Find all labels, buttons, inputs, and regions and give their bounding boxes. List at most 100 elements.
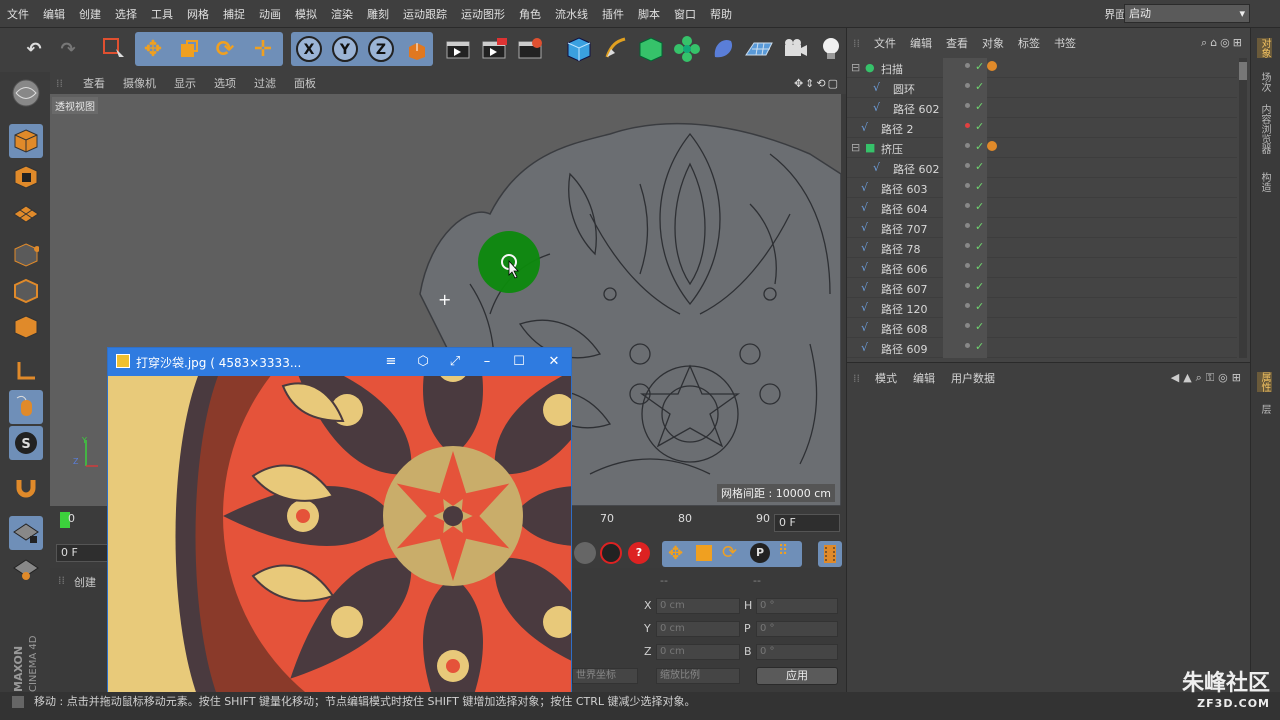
tab-objects[interactable]: 对象 <box>1257 38 1272 58</box>
menu-window[interactable]: 窗口 <box>667 6 703 22</box>
enabled-check-icon[interactable]: ✓ <box>975 220 984 233</box>
tab-takes[interactable]: 场次 <box>1257 72 1272 92</box>
collapse-icon[interactable]: ⊟ <box>851 141 860 154</box>
undo-icon[interactable]: ↶ <box>18 33 50 65</box>
move-icon[interactable]: ✥ <box>137 33 169 65</box>
polygons-mode-icon[interactable] <box>9 310 43 344</box>
enabled-check-icon[interactable]: ✓ <box>975 120 984 133</box>
object-row[interactable]: √ 路径 120 ✓ <box>847 298 1237 318</box>
vp-menu-filter[interactable]: 过滤 <box>245 75 285 91</box>
world-coord-select[interactable]: 世界坐标 <box>572 668 638 684</box>
menu-mesh[interactable]: 网格 <box>180 6 216 22</box>
light-icon[interactable] <box>815 33 847 65</box>
enabled-check-icon[interactable]: ✓ <box>975 60 984 73</box>
object-row[interactable]: √ 路径 2 ✓ <box>847 118 1237 138</box>
minimize-icon[interactable]: – <box>477 353 497 371</box>
position-x-field[interactable]: 0 cm <box>656 598 740 614</box>
object-row[interactable]: √ 路径 602 ✓ <box>847 158 1237 178</box>
am-menu-edit[interactable]: 编辑 <box>905 370 943 386</box>
visibility-dot[interactable] <box>965 223 970 228</box>
object-row[interactable]: √ 圆环 ✓ <box>847 78 1237 98</box>
scale-mode-select[interactable]: 缩放比例 <box>656 668 740 684</box>
menu-script[interactable]: 脚本 <box>631 6 667 22</box>
render-view-icon[interactable] <box>443 33 475 65</box>
live-select-icon[interactable] <box>98 33 130 65</box>
vp-menu-view[interactable]: 查看 <box>74 75 114 91</box>
visibility-dot[interactable] <box>965 283 970 288</box>
end-frame-field[interactable]: 0 F <box>774 514 840 532</box>
enabled-check-icon[interactable]: ✓ <box>975 240 984 253</box>
mograph-cloner-icon[interactable] <box>671 33 703 65</box>
scrollbar-thumb[interactable] <box>1239 62 1247 80</box>
visibility-dot[interactable] <box>965 183 970 188</box>
coord-tab-create[interactable]: 创建 <box>74 574 96 590</box>
menu-character[interactable]: 角色 <box>512 6 548 22</box>
axis-mode-icon[interactable] <box>9 354 43 388</box>
key-parameter-icon[interactable]: P <box>750 543 770 563</box>
tag-icon[interactable] <box>987 141 997 151</box>
snap-icon[interactable]: S <box>9 426 43 460</box>
enabled-check-icon[interactable]: ✓ <box>975 80 984 93</box>
tab-layers[interactable]: 层 <box>1257 404 1272 414</box>
visibility-dot[interactable] <box>965 103 970 108</box>
rotation-h-field[interactable]: 0 ° <box>756 598 838 614</box>
deformer-icon[interactable] <box>707 33 739 65</box>
key-position-icon[interactable]: ✥ <box>668 543 683 564</box>
cube-primitive-icon[interactable] <box>563 33 595 65</box>
menu-render[interactable]: 渲染 <box>324 6 360 22</box>
visibility-dot[interactable] <box>965 303 970 308</box>
menu-file[interactable]: 文件 <box>0 6 36 22</box>
timeline-window-icon[interactable] <box>818 541 842 567</box>
texture-mode-icon[interactable] <box>9 160 43 194</box>
render-settings-icon[interactable] <box>515 33 547 65</box>
visibility-dot[interactable] <box>965 323 970 328</box>
menu-edit[interactable]: 编辑 <box>36 6 72 22</box>
am-menu-mode[interactable]: 模式 <box>867 370 905 386</box>
menu-simulate[interactable]: 模拟 <box>288 6 324 22</box>
object-row[interactable]: √ 路径 606 ✓ <box>847 258 1237 278</box>
menu-plugins[interactable]: 插件 <box>595 6 631 22</box>
object-row[interactable]: √ 路径 707 ✓ <box>847 218 1237 238</box>
y-axis-icon[interactable]: Y <box>329 33 361 65</box>
rotation-b-field[interactable]: 0 ° <box>756 644 838 660</box>
scale-icon[interactable] <box>173 33 205 65</box>
object-row[interactable]: √ 路径 602 ✓ <box>847 98 1237 118</box>
make-editable-icon[interactable] <box>9 76 43 110</box>
tweak-mode-icon[interactable] <box>9 390 43 424</box>
object-row[interactable]: √ 路径 609 ✓ <box>847 338 1237 358</box>
key-scale-icon[interactable] <box>696 545 712 561</box>
workplane-mode-icon[interactable] <box>9 196 43 230</box>
visibility-dot[interactable] <box>965 263 970 268</box>
menu-mograph[interactable]: 运动图形 <box>454 6 512 22</box>
menu-snap[interactable]: 捕捉 <box>216 6 252 22</box>
recent-tool-icon[interactable]: ✛ <box>247 33 279 65</box>
axis-workplane-icon[interactable] <box>9 552 43 586</box>
visibility-dot[interactable] <box>965 343 970 348</box>
menu-pipeline[interactable]: 流水线 <box>548 6 595 22</box>
camera-icon[interactable] <box>779 33 811 65</box>
om-menu-objects[interactable]: 对象 <box>975 35 1011 51</box>
magnet-icon[interactable] <box>9 470 43 504</box>
am-header-icons[interactable]: ◀▲⌕⚿◎⊞ <box>1171 371 1251 385</box>
tag-icon[interactable] <box>987 61 997 71</box>
vp-menu-options[interactable]: 选项 <box>205 75 245 91</box>
enabled-check-icon[interactable]: ✓ <box>975 200 984 213</box>
record-keys-icon[interactable] <box>600 542 622 564</box>
object-row[interactable]: ⊟ ● 扫描 ✓ <box>847 58 1237 78</box>
menu-create[interactable]: 创建 <box>72 6 108 22</box>
rotation-p-field[interactable]: 0 ° <box>756 621 838 637</box>
object-row[interactable]: √ 路径 603 ✓ <box>847 178 1237 198</box>
apply-button[interactable]: 应用 <box>756 667 838 685</box>
om-menu-tags[interactable]: 标签 <box>1011 35 1047 51</box>
vp-menu-display[interactable]: 显示 <box>165 75 205 91</box>
generator-nurbs-icon[interactable] <box>635 33 667 65</box>
enabled-check-icon[interactable]: ✓ <box>975 320 984 333</box>
spline-pen-icon[interactable] <box>599 33 631 65</box>
menu-help[interactable]: 帮助 <box>703 6 739 22</box>
floor-environment-icon[interactable] <box>743 33 775 65</box>
position-y-field[interactable]: 0 cm <box>656 621 740 637</box>
tab-content-browser[interactable]: 内容浏览器 <box>1257 104 1272 154</box>
om-menu-edit[interactable]: 编辑 <box>903 35 939 51</box>
enabled-check-icon[interactable]: ✓ <box>975 260 984 273</box>
menu-icon[interactable]: ≡ <box>381 353 401 371</box>
